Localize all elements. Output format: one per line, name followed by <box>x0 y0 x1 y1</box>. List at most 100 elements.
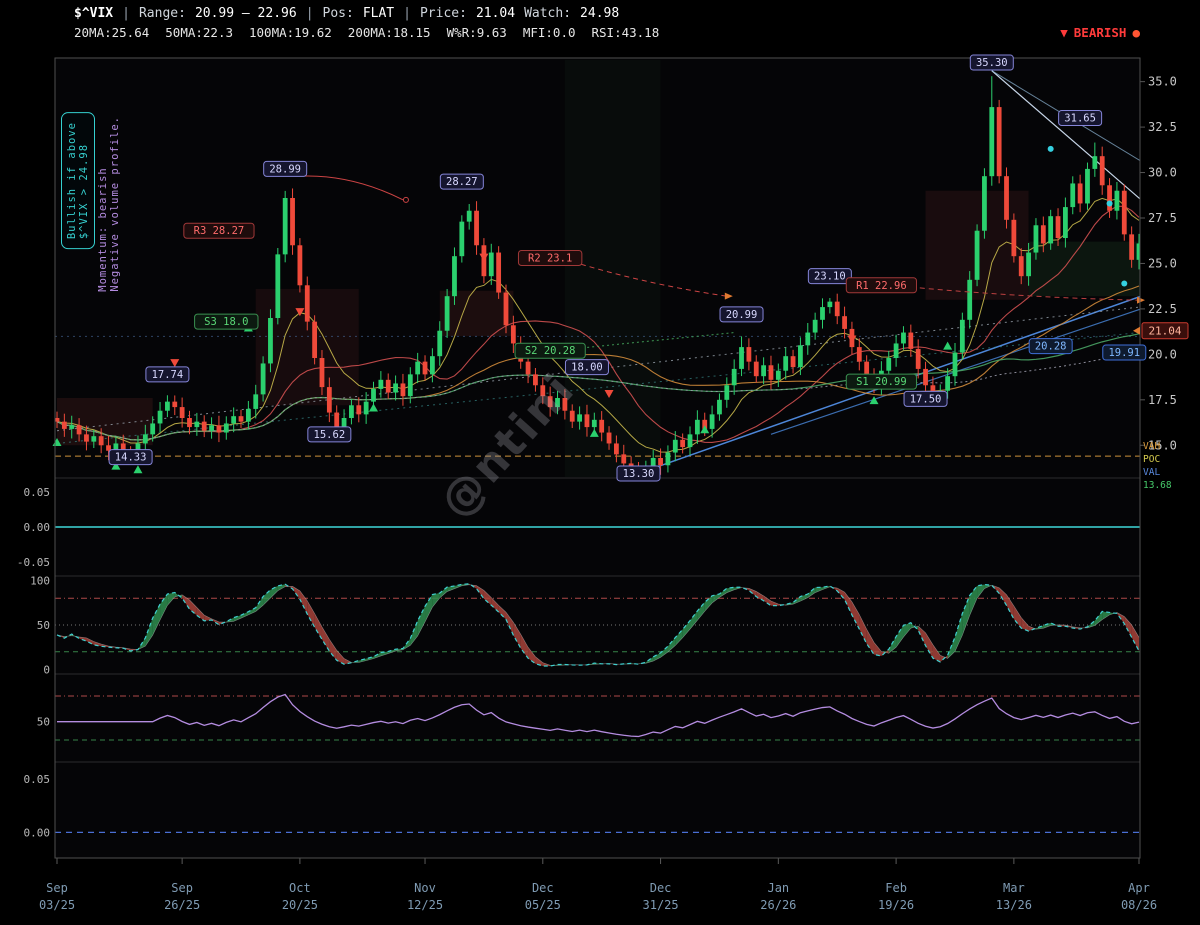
volume-zone <box>1028 241 1140 297</box>
candle-body <box>245 408 251 422</box>
signal-token: ● <box>1132 25 1140 40</box>
candle-body <box>415 361 421 375</box>
candle-body <box>915 348 921 369</box>
candle-body <box>967 279 973 320</box>
header-metric: 200MA:18.15 <box>347 25 431 40</box>
candle-body <box>827 301 833 308</box>
x-axis-date: 05/25 <box>525 898 561 912</box>
candle-body <box>510 325 516 344</box>
header-metric: 20MA:25.64 <box>74 25 150 40</box>
candle-body <box>488 252 494 277</box>
header-token: FLAT <box>362 6 395 21</box>
candle-body <box>98 436 104 446</box>
annotation-label: R2 23.1 <box>528 253 572 265</box>
cyan-dot-marker <box>1121 280 1128 287</box>
annotation-label: 35.30 <box>976 57 1008 69</box>
candle-body <box>1077 183 1083 204</box>
candle-body <box>290 198 295 246</box>
price-tick-label: 32.5 <box>1148 120 1177 134</box>
momentum-note: Momentum: bearish Negative volume profil… <box>97 116 121 292</box>
signal-token: ▼ <box>1060 25 1068 40</box>
header-metric: 100MA:19.62 <box>249 25 332 40</box>
price-tick-label: 22.5 <box>1148 302 1177 316</box>
candle-body <box>982 176 987 231</box>
candle-body <box>1026 252 1031 277</box>
candle-body <box>798 345 803 368</box>
candle-body <box>452 256 457 297</box>
candle-body <box>268 318 273 364</box>
candle-body <box>496 252 502 293</box>
candle-body <box>466 210 472 222</box>
annotation-label: 28.27 <box>446 176 478 188</box>
candle-body <box>1136 243 1140 260</box>
annotation-label: 17.74 <box>152 369 184 381</box>
price-tick-label: 30.0 <box>1148 166 1177 180</box>
candle-body <box>142 434 148 444</box>
x-axis-date: 08/26 <box>1121 898 1157 912</box>
candle-body <box>680 439 686 448</box>
candle-body <box>1107 185 1112 211</box>
candle-body <box>893 343 899 358</box>
cyan-dot-marker <box>1047 145 1054 152</box>
header-metric: W%R:9.63 <box>446 25 507 40</box>
x-axis-date: 20/25 <box>282 898 318 912</box>
candle-body <box>429 356 435 375</box>
candle-body <box>1033 225 1039 253</box>
price-tick-label: 20.0 <box>1148 347 1177 361</box>
x-axis-month: Feb <box>885 881 907 895</box>
candle-body <box>614 443 619 455</box>
annotation-label: 13.30 <box>623 468 655 480</box>
candle-body <box>525 361 531 375</box>
x-axis-date: 31/25 <box>643 898 679 912</box>
candle-body <box>356 405 362 415</box>
candle-body <box>621 454 627 464</box>
signal-badge: ▼ BEARISH ● <box>1054 25 1140 40</box>
leader-arrow-icon <box>1137 296 1145 304</box>
candle-body <box>437 330 443 357</box>
current-price-label: 21.04 <box>1148 325 1181 338</box>
price-tick-label: 17.5 <box>1148 393 1177 407</box>
candle-body <box>69 425 75 429</box>
panel-tick-label: -0.05 <box>17 556 50 569</box>
candle-body <box>444 296 450 331</box>
header-token: 20.99 — 22.96 <box>194 6 297 21</box>
candle-body <box>61 421 67 429</box>
candle-body <box>901 332 906 344</box>
candle-body <box>201 421 207 431</box>
annotation-label: S3 18.0 <box>204 316 248 328</box>
candle-body <box>1055 216 1061 238</box>
candle-body <box>503 292 509 326</box>
annotation-label: 28.99 <box>269 163 301 175</box>
panel-tick-label: 0.00 <box>24 521 51 534</box>
cyan-dot-marker <box>1106 200 1113 207</box>
chart-canvas[interactable]: 35.032.530.027.525.022.520.017.515.00.05… <box>0 46 1200 925</box>
candle-body <box>459 221 465 257</box>
candle-body <box>378 379 384 389</box>
candle-body <box>989 107 995 177</box>
candle-body <box>739 347 744 369</box>
candle-body <box>474 210 479 246</box>
header-metrics: 20MA:25.64 50MA:22.3 100MA:19.62 200MA:18.1… <box>74 25 675 40</box>
candle-body <box>842 316 847 329</box>
x-axis-month: Sep <box>171 881 193 895</box>
candle-body <box>812 319 818 333</box>
candle-body <box>84 434 89 442</box>
candle-body <box>959 319 965 353</box>
panel-tick-label: 100 <box>30 574 50 587</box>
candle-body <box>1085 168 1090 204</box>
candle-body <box>297 245 303 286</box>
candle-body <box>422 361 428 375</box>
charting-app: $^VIX | Range: 20.99 — 22.96 | Pos: FLAT | Price… <box>0 0 1200 925</box>
x-axis-month: Dec <box>532 881 554 895</box>
panel-tick-label: 0.00 <box>24 826 51 839</box>
annotation-label: 20.99 <box>726 309 758 321</box>
candle-body <box>223 423 229 433</box>
panel-tick-label: 50 <box>37 619 50 632</box>
candle-body <box>1018 256 1024 277</box>
candle-body <box>275 254 281 318</box>
candle-body <box>165 401 170 411</box>
candle-body <box>172 401 178 408</box>
header-token: Watch: <box>524 6 572 21</box>
candle-body <box>1004 176 1009 220</box>
header-metric: RSI:43.18 <box>591 25 660 40</box>
